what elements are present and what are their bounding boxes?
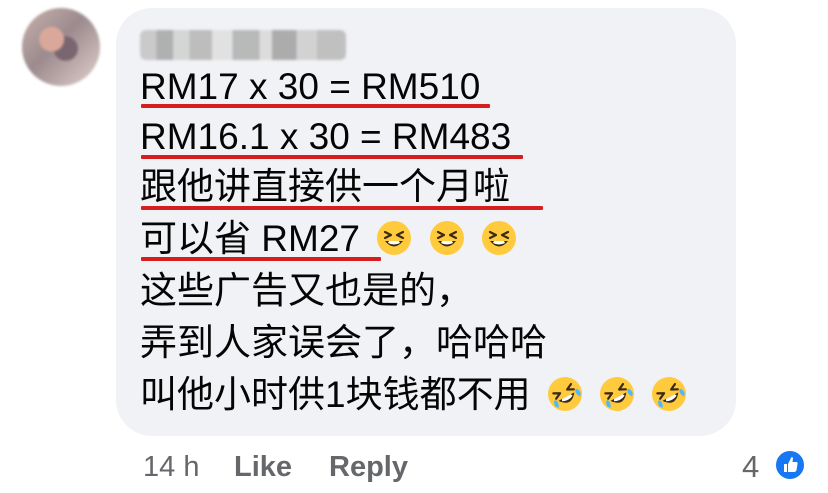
comment-line-2: RM16.1 x 30 = RM483 xyxy=(140,116,512,157)
red-underline-2 xyxy=(141,155,523,159)
red-underline-3 xyxy=(141,206,543,210)
comment-line-7-text: 叫他小时供1块钱都不用 xyxy=(140,374,531,415)
rolling-on-floor-laughing-icon xyxy=(547,377,582,411)
comment-timestamp[interactable]: 14 h xyxy=(143,450,199,484)
grinning-squinting-face-icon xyxy=(429,221,464,255)
thumbs-up-icon[interactable] xyxy=(774,449,806,481)
comment-item: RM17 x 30 = RM510 RM16.1 x 30 = RM483 跟他… xyxy=(0,0,828,493)
like-button[interactable]: Like xyxy=(234,450,292,484)
rolling-on-floor-laughing-icon xyxy=(652,377,687,411)
red-underline-1 xyxy=(141,104,490,108)
comment-line-7: 叫他小时供1块钱都不用 xyxy=(140,374,687,416)
reply-button[interactable]: Reply xyxy=(329,450,408,484)
rolling-on-floor-laughing-icon xyxy=(600,377,635,411)
comment-line-6: 弄到人家误会了，哈哈哈 xyxy=(140,322,547,363)
avatar[interactable] xyxy=(22,8,100,86)
thumbs-up-glyph xyxy=(784,457,798,472)
author-name-blurred[interactable] xyxy=(140,30,346,60)
comment-line-3: 跟他讲直接供一个月啦 xyxy=(140,166,510,207)
comment-line-4-text: 可以省 RM27 xyxy=(140,218,360,259)
red-underline-4 xyxy=(141,257,381,261)
comment-line-1: RM17 x 30 = RM510 xyxy=(140,66,481,107)
grinning-squinting-face-icon xyxy=(481,221,516,255)
grinning-squinting-face-icon xyxy=(377,221,412,255)
comment-line-5: 这些广告又也是的， xyxy=(140,270,473,311)
comment-line-4: 可以省 RM27 xyxy=(140,218,517,260)
reaction-count[interactable]: 4 xyxy=(742,450,759,484)
